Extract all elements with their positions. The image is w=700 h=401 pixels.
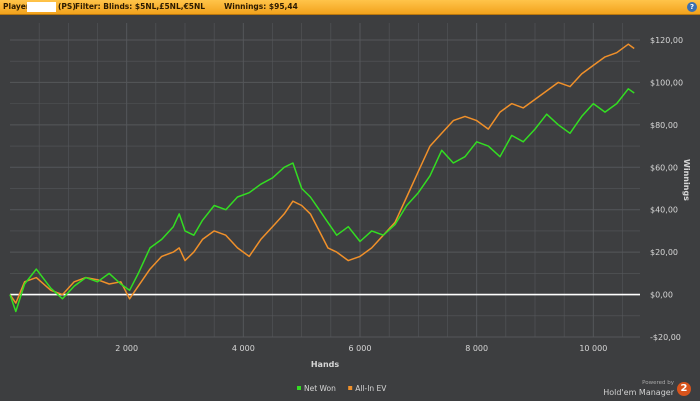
legend-label: All-In EV xyxy=(355,384,387,393)
winnings-chart: -$20,00 $0,00 $20,00 $40,00 $60,00 $80,00 $100… xyxy=(9,23,691,393)
y-tick-label: $100,00 xyxy=(650,78,683,87)
winnings-text: Winnings: $95,44 xyxy=(224,2,298,11)
filter-text: Filter: Blinds: $5NL,£5NL,€5NL xyxy=(75,2,206,11)
x-axis-title: Hands xyxy=(311,360,340,369)
brand-logo-icon: 2 xyxy=(677,382,691,396)
y-tick-label: -$20,00 xyxy=(650,333,681,342)
legend-swatch xyxy=(297,386,301,390)
x-tick-label: 8 000 xyxy=(465,344,488,353)
legend-label: Net Won xyxy=(304,384,336,393)
series-line-net-won xyxy=(9,88,635,313)
x-tick-label: 4 000 xyxy=(232,344,255,353)
y-tick-label: $40,00 xyxy=(650,206,678,215)
y-tick-label: $80,00 xyxy=(650,121,678,130)
powered-by-text: Powered by xyxy=(642,380,674,386)
brand-name: Hold'em Manager xyxy=(603,388,674,397)
site-tag: (PS) xyxy=(58,2,76,11)
y-tick-label: $20,00 xyxy=(650,248,678,257)
y-tick-label: $60,00 xyxy=(650,163,678,172)
legend-swatch xyxy=(348,386,353,390)
y-tick-label: $0,00 xyxy=(650,291,673,300)
x-tick-label: 10 000 xyxy=(579,344,607,353)
chart-area: -$20,00 $0,00 $20,00 $40,00 $60,00 $80,00 $100… xyxy=(0,15,700,401)
y-axis-title: Winnings xyxy=(682,159,691,201)
player-name-redacted xyxy=(27,2,56,12)
x-tick-label: 6 000 xyxy=(349,344,372,353)
y-tick-label: $120,00 xyxy=(650,36,683,45)
x-tick-label: 2 000 xyxy=(115,344,138,353)
help-icon[interactable]: ? xyxy=(687,2,697,12)
title-bar: Player: (PS) Filter: Blinds: $5NL,£5NL,€… xyxy=(0,0,700,15)
series-line-all-in-ev xyxy=(9,43,635,304)
